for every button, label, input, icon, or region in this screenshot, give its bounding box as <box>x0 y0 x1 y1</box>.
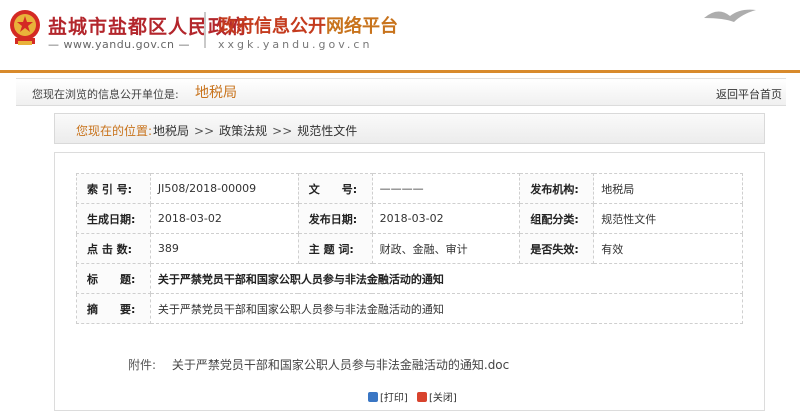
breadcrumb-item-policy[interactable]: 政策法规 <box>219 124 267 138</box>
category-label: 组配分类: <box>519 203 595 234</box>
doc-number-value: ———— <box>371 173 521 204</box>
meta-row: 索 引 号: JI508/2018-00009 文 号: ———— 发布机构: … <box>76 173 743 204</box>
index-label: 索 引 号: <box>76 173 151 204</box>
meta-row: 摘 要: 关于严禁党员干部和国家公职人员参与非法金融活动的通知 <box>76 293 744 324</box>
platform-domain: xxgk.yandu.gov.cn <box>218 38 373 51</box>
back-to-home-link[interactable]: 返回平台首页 <box>716 86 782 102</box>
keywords-label: 主 题 词: <box>297 233 373 264</box>
publisher-value: 地税局 <box>593 173 743 204</box>
meta-row: 生成日期: 2018-03-02 发布日期: 2018-03-02 组配分类: … <box>76 203 743 234</box>
breadcrumb-label: 您现在的位置: <box>76 124 153 138</box>
created-date-value: 2018-03-02 <box>149 203 299 234</box>
attachment-line: 附件: 关于严禁党员干部和国家公职人员参与非法金融活动的通知.doc <box>128 356 509 373</box>
published-date-label: 发布日期: <box>297 203 373 234</box>
breadcrumb-separator: >> <box>272 124 293 138</box>
site-header: 盐城市盐都区人民政府 — www.yandu.gov.cn — 政府信息公开网络… <box>0 0 800 73</box>
breadcrumb-separator: >> <box>194 124 215 138</box>
print-label: [打印] <box>380 393 408 404</box>
document-actions: [打印] [关闭] <box>368 389 463 405</box>
platform-title-main: 政府信息公开 <box>218 16 326 37</box>
validity-label: 是否失效: <box>519 233 595 264</box>
meta-row: 标 题: 关于严禁党员干部和国家公职人员参与非法金融活动的通知 <box>76 263 744 294</box>
current-unit-name[interactable]: 地税局 <box>195 82 237 102</box>
meta-row: 点 击 数: 389 主 题 词: 财政、金融、审计 是否失效: 有效 <box>76 233 743 264</box>
bird-decoration-icon <box>704 9 756 22</box>
document-summary: 关于严禁党员干部和国家公职人员参与非法金融活动的通知 <box>149 293 744 324</box>
attachment-label: 附件: <box>128 358 157 372</box>
doc-number-label: 文 号: <box>297 173 373 204</box>
summary-label: 摘 要: <box>76 293 151 324</box>
breadcrumb: 您现在的位置: 地税局 >> 政策法规 >> 规范性文件 <box>54 113 765 144</box>
platform-title-tail: 网络平台 <box>326 16 398 37</box>
document-title: 关于严禁党员干部和国家公职人员参与非法金融活动的通知 <box>149 263 744 294</box>
category-value: 规范性文件 <box>593 203 743 234</box>
close-button[interactable]: [关闭] <box>417 389 457 404</box>
clicks-value: 389 <box>149 233 299 264</box>
breadcrumb-item-unit[interactable]: 地税局 <box>153 124 189 138</box>
validity-value: 有效 <box>593 233 743 264</box>
printer-icon <box>368 391 378 402</box>
close-label: [关闭] <box>429 393 457 404</box>
publisher-label: 发布机构: <box>519 173 595 204</box>
index-value: JI508/2018-00009 <box>149 173 299 204</box>
clicks-label: 点 击 数: <box>76 233 151 264</box>
document-panel: 索 引 号: JI508/2018-00009 文 号: ———— 发布机构: … <box>54 152 765 411</box>
published-date-value: 2018-03-02 <box>371 203 521 234</box>
breadcrumb-item-normative-docs[interactable]: 规范性文件 <box>297 124 357 138</box>
platform-title: 政府信息公开网络平台 <box>218 12 398 38</box>
title-label: 标 题: <box>76 263 151 294</box>
gov-domain: — www.yandu.gov.cn — <box>48 38 191 51</box>
unit-location-bar: 您现在浏览的信息公开单位是: 地税局 返回平台首页 <box>16 78 786 106</box>
unit-location-label: 您现在浏览的信息公开单位是: <box>32 88 179 101</box>
document-meta-table: 索 引 号: JI508/2018-00009 文 号: ———— 发布机构: … <box>76 173 744 324</box>
breadcrumb-items: 地税局 >> 政策法规 >> 规范性文件 <box>153 122 357 139</box>
keywords-value: 财政、金融、审计 <box>371 233 521 264</box>
attachment-file-link[interactable]: 关于严禁党员干部和国家公职人员参与非法金融活动的通知.doc <box>172 358 509 372</box>
close-icon <box>417 391 427 402</box>
national-emblem-icon <box>10 10 40 45</box>
created-date-label: 生成日期: <box>76 203 151 234</box>
header-divider <box>204 12 206 48</box>
print-button[interactable]: [打印] <box>368 389 408 404</box>
